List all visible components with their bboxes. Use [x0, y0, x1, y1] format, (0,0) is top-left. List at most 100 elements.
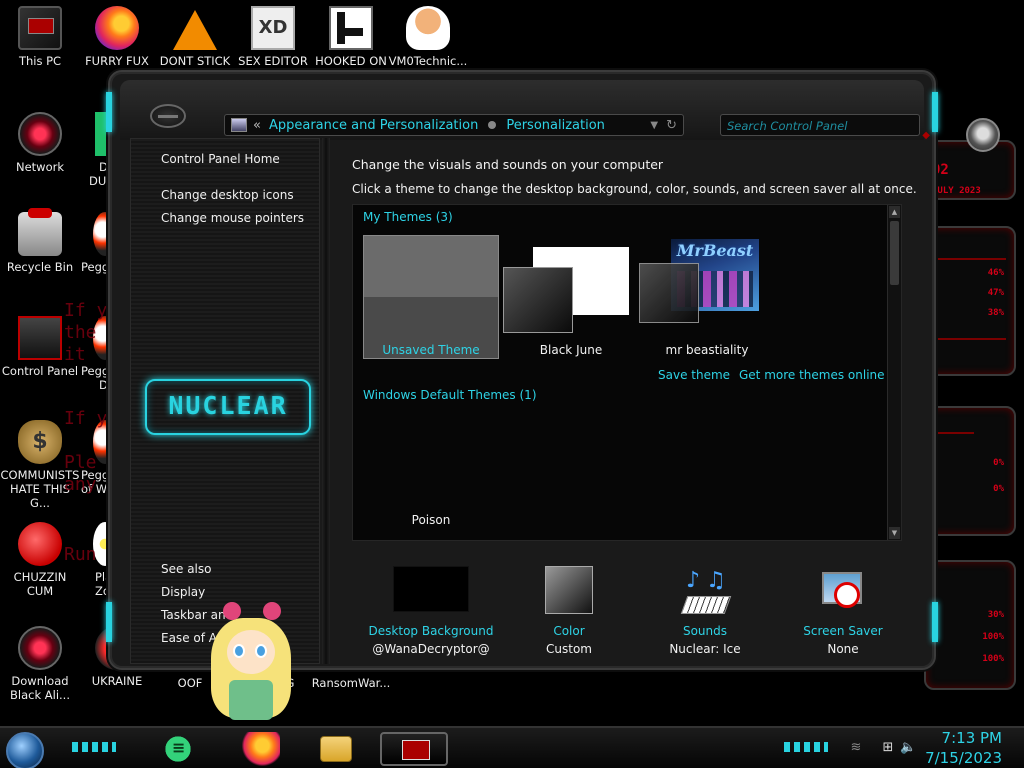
desktop-icon-label: Network: [15, 160, 65, 174]
default-themes-title: Windows Default Themes (1): [363, 388, 537, 402]
sounds-label: Sounds: [682, 624, 728, 638]
desktop-background-icon: [393, 566, 469, 612]
desktop-icon-this-pc[interactable]: This PC: [0, 6, 80, 68]
search-box[interactable]: [720, 114, 920, 136]
desktop-icon-label: Control Panel: [1, 364, 79, 378]
nuclear-brand-logo: NUCLEAR: [145, 379, 311, 435]
hud-panel: 46% 47% 38%: [924, 226, 1016, 376]
color-button[interactable]: Color Custom: [504, 566, 634, 656]
screen-saver-label: Screen Saver: [803, 624, 883, 638]
desktop-icon-recycle-bin[interactable]: Recycle Bin: [0, 208, 80, 274]
desktop-icon-furry-fux[interactable]: FURRY FUX: [77, 6, 157, 68]
help-icon[interactable]: ◆: [922, 130, 930, 141]
clock[interactable]: 7:13 PM 7/15/2023: [925, 729, 1002, 768]
scroll-up-icon[interactable]: ▲: [889, 206, 900, 218]
sidebar-link-mouse-pointers[interactable]: Change mouse pointers: [161, 211, 304, 225]
screen-saver-value: None: [827, 642, 859, 656]
desktop-icon-label: CHUZZIN CUM: [13, 570, 67, 598]
see-also-title: See also: [161, 562, 212, 576]
desktop-icon-label: Recycle Bin: [6, 260, 74, 274]
desktop-icon-download-black-ali[interactable]: Download Black Ali...: [0, 626, 80, 702]
desktop-icon-network[interactable]: Network: [0, 112, 80, 174]
page-title: Change the visuals and sounds on your co…: [352, 157, 664, 172]
theme-thumbnail: [363, 235, 499, 359]
start-button[interactable]: [6, 732, 44, 768]
desktop-icon-oof[interactable]: OOF: [170, 676, 210, 690]
desktop-icon-label: DONT STICK: [159, 54, 231, 68]
chevron-down-icon[interactable]: ▼: [642, 120, 666, 131]
frame-accent: [106, 602, 112, 642]
main-pane: Change the visuals and sounds on your co…: [332, 138, 922, 664]
refresh-icon[interactable]: ↻: [666, 118, 683, 133]
themes-scrollbar[interactable]: ▲ ▼: [887, 205, 901, 540]
theme-name: Unsaved Theme: [382, 343, 480, 357]
personalization-window: « Appearance and Personalization Persona…: [106, 70, 938, 670]
sidebar-link-display[interactable]: Display: [161, 585, 205, 599]
desktop-icon-label: This PC: [18, 54, 62, 68]
recycle-bin-icon: [18, 208, 62, 256]
my-themes-title: My Themes (3): [363, 210, 453, 224]
screen-saver-icon: [818, 566, 868, 616]
get-more-themes-link[interactable]: Get more themes online: [739, 368, 885, 382]
theme-thumbnail-color: [503, 267, 573, 333]
theme-black-june[interactable]: Black June: [503, 235, 639, 359]
taskbar-file-explorer-icon[interactable]: [320, 736, 352, 762]
background-text: If y Ple any: [64, 408, 108, 495]
alienware-logo-icon: [966, 118, 1000, 152]
breadcrumb-separator-icon[interactable]: [488, 121, 497, 129]
alienware-icon: [18, 626, 62, 670]
desktop-icon-label: HOOKED ON: [315, 54, 387, 68]
screen-saver-button[interactable]: Screen Saver None: [778, 566, 908, 656]
volume-icon[interactable]: 🔈: [900, 740, 916, 755]
system-tray: ≋ ⊞ 🔈 7:13 PM 7/15/2023: [851, 728, 1024, 768]
sounds-button[interactable]: ♪ ♫ Sounds Nuclear: Ice: [640, 566, 770, 656]
page-description: Click a theme to change the desktop back…: [352, 182, 917, 196]
search-input[interactable]: [727, 119, 913, 133]
frame-accent: [932, 602, 938, 642]
theme-unsaved[interactable]: Unsaved Theme: [363, 235, 499, 359]
desktop-icon-vm0technic[interactable]: VM0Technic...: [388, 6, 468, 68]
theme-name: mr beastiality: [665, 343, 749, 357]
theme-poison[interactable]: Poison: [363, 405, 499, 529]
desktop-icon-label: UKRAINE: [91, 674, 143, 688]
computer-icon: [18, 6, 62, 50]
taskbar: ≋ ⊞ 🔈 7:13 PM 7/15/2023: [0, 726, 1024, 768]
scroll-down-icon[interactable]: ▼: [889, 527, 900, 539]
desktop-background-button[interactable]: Desktop Background @WanaDecryptor@: [366, 566, 496, 656]
desktop-icon-label: OOF: [177, 676, 203, 690]
sounds-value: Nuclear: Ice: [669, 642, 741, 656]
taskbar-sticky-notes-icon[interactable]: [156, 732, 200, 766]
pane-divider: [322, 138, 330, 664]
address-bar[interactable]: « Appearance and Personalization Persona…: [224, 114, 684, 136]
themes-list[interactable]: My Themes (3) Unsaved Theme Black June M…: [352, 204, 902, 541]
sidebar-link-control-panel-home[interactable]: Control Panel Home: [161, 152, 280, 166]
theme-name: Poison: [411, 513, 451, 527]
theme-mr-beastiality[interactable]: MrBeast mr beastiality: [639, 235, 775, 359]
technician-icon: [406, 6, 450, 50]
theme-thumbnail-color: [639, 263, 699, 323]
save-theme-link[interactable]: Save theme: [658, 368, 730, 382]
back-chevron-icon[interactable]: «: [253, 118, 261, 133]
window-emblem-icon: [150, 104, 186, 128]
thumbnail-title: MrBeast: [676, 241, 754, 260]
taskbar-control-panel-icon[interactable]: [380, 732, 448, 766]
desktop-icon-dont-stick[interactable]: DONT STICK: [155, 6, 235, 68]
desktop-icon-hooked-on[interactable]: HOOKED ON: [311, 6, 391, 68]
desktop-icon-label: FURRY FUX: [85, 54, 149, 68]
desktop-icon-ransomware[interactable]: RansomWar...: [311, 676, 391, 690]
breadcrumb-personalization[interactable]: Personalization: [506, 118, 605, 133]
desktop-icon-sex-editor[interactable]: XD SEX EDITOR: [233, 6, 313, 68]
sounds-icon: ♪ ♫: [680, 566, 732, 616]
hud-panel: 0% 0%: [924, 406, 1016, 536]
show-desktop-icon[interactable]: ≋: [848, 740, 864, 755]
network-icon[interactable]: ⊞: [880, 740, 896, 755]
color-value: Custom: [546, 642, 592, 656]
sidebar-link-desktop-icons[interactable]: Change desktop icons: [161, 188, 294, 202]
clock-time: 7:13 PM: [941, 729, 1002, 747]
hook-app-icon: [329, 6, 373, 50]
taskbar-accent: [784, 742, 828, 752]
scroll-thumb[interactable]: [890, 221, 899, 285]
title-bar: « Appearance and Personalization Persona…: [120, 80, 924, 140]
breadcrumb-appearance[interactable]: Appearance and Personalization: [269, 118, 478, 133]
taskbar-firefox-icon[interactable]: [236, 732, 280, 766]
